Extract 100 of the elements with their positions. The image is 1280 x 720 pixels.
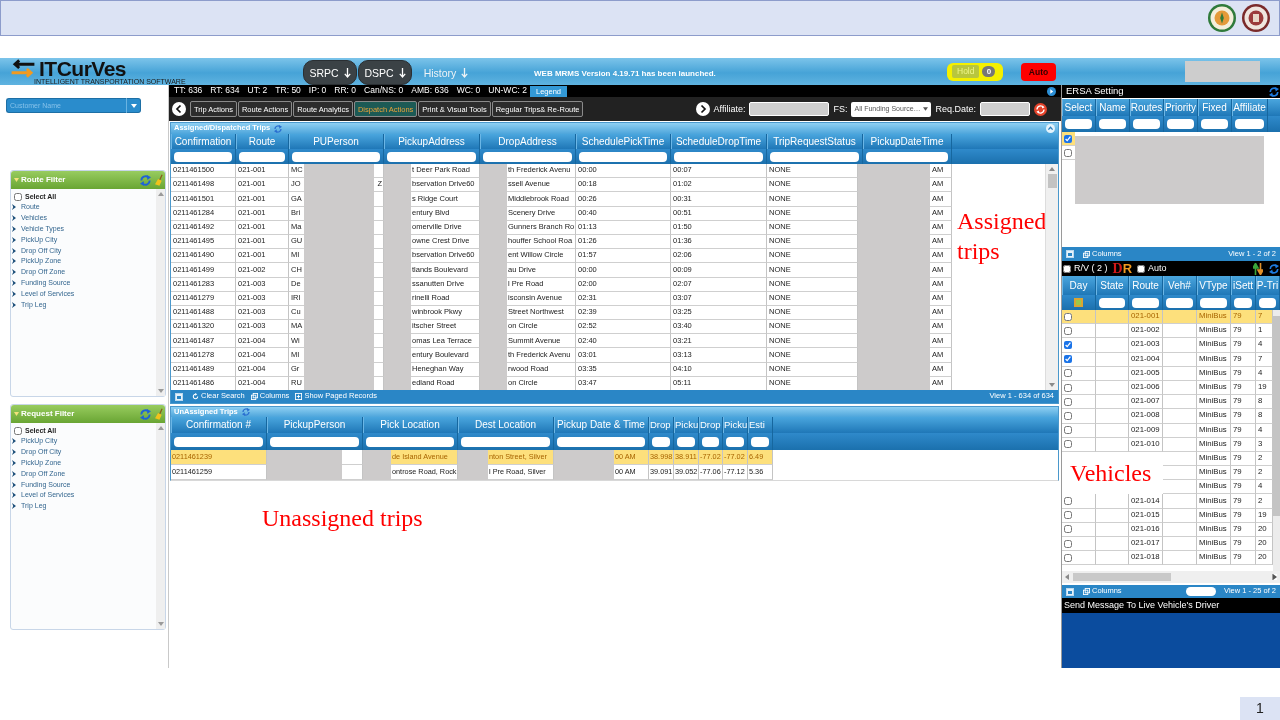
row-checkbox[interactable] — [1064, 340, 1072, 349]
nav-menu-button[interactable]: History — [421, 60, 471, 85]
vertical-scrollbar[interactable] — [1273, 310, 1280, 571]
select-all-checkbox[interactable] — [14, 427, 22, 435]
column-filter-field[interactable] — [174, 151, 232, 162]
broom-icon[interactable] — [155, 174, 163, 186]
row-checkbox[interactable] — [1064, 539, 1072, 548]
row-checkbox[interactable] — [1064, 397, 1072, 406]
column-filter-field[interactable] — [1200, 297, 1227, 308]
vertical-scrollbar[interactable] — [1045, 164, 1058, 390]
column-filter-field[interactable] — [1234, 297, 1252, 308]
column-filter-field[interactable] — [751, 436, 769, 447]
chevron-right-icon[interactable] — [695, 102, 710, 116]
column-filter-field[interactable] — [579, 151, 667, 162]
refresh-icon[interactable] — [1034, 102, 1047, 116]
row-checkbox[interactable] — [1064, 426, 1072, 435]
panel-toggle-icon[interactable] — [1066, 587, 1074, 596]
hold-toggle[interactable]: Hold 0 — [947, 62, 1003, 81]
column-filter-field[interactable] — [1099, 119, 1126, 129]
dropdown-button[interactable] — [126, 98, 141, 113]
field-label: FS: — [833, 103, 848, 115]
stat-text: TR: 50 — [275, 86, 301, 96]
nav-menu-button[interactable]: SRPC — [303, 60, 357, 85]
column-filter-field[interactable] — [1099, 297, 1125, 308]
filter-panel-header[interactable]: Request Filter — [11, 405, 165, 423]
column-filter-field[interactable] — [674, 151, 763, 162]
scroll-right-icon[interactable] — [1272, 574, 1277, 580]
stat-text: AMB: 636 — [411, 86, 449, 96]
row-checkbox[interactable] — [1064, 369, 1072, 378]
scroll-up-icon[interactable] — [157, 426, 164, 430]
up-down-arrows-icon[interactable] — [1253, 262, 1263, 275]
down-arrow-icon — [343, 67, 351, 78]
column-filter-field[interactable] — [483, 151, 572, 162]
scrollbar-thumb[interactable] — [1047, 174, 1057, 188]
column-filter-field[interactable] — [1235, 119, 1264, 129]
arrow-circle-icon[interactable] — [1047, 86, 1056, 96]
row-checkbox[interactable] — [1064, 326, 1072, 335]
row-checkbox[interactable] — [1064, 497, 1072, 506]
nav-menu-button[interactable]: DSPC — [358, 60, 412, 85]
redaction-block — [554, 450, 614, 465]
column-filter-field[interactable] — [239, 151, 285, 162]
mode-button[interactable]: DR — [1112, 261, 1133, 276]
row-checkbox[interactable] — [1064, 411, 1072, 420]
scrollbar-thumb[interactable] — [1073, 573, 1171, 581]
logo-wordmark: ITCurVes — [39, 58, 127, 78]
scroll-down-icon[interactable] — [157, 622, 164, 626]
scrollbar-thumb[interactable] — [1273, 316, 1280, 516]
vertical-scrollbar[interactable] — [156, 189, 165, 396]
row-checkbox[interactable] — [1064, 525, 1072, 534]
row-checkbox[interactable] — [1064, 511, 1072, 520]
column-filter-field[interactable] — [292, 151, 380, 162]
panel-toggle-icon[interactable] — [175, 392, 183, 401]
stat-text: TT: 636 — [174, 86, 203, 96]
redaction-block — [458, 450, 488, 465]
column-filter-field[interactable] — [1065, 119, 1092, 129]
scroll-up-icon[interactable] — [157, 192, 164, 196]
column-filter-field[interactable] — [677, 436, 695, 447]
column-filter-field[interactable] — [1166, 297, 1193, 308]
scroll-down-icon[interactable] — [157, 389, 164, 393]
column-filter-field[interactable] — [270, 436, 359, 447]
column-filter-field[interactable] — [461, 436, 550, 447]
chevron-left-icon[interactable] — [172, 102, 186, 116]
affiliate-field[interactable] — [749, 102, 830, 116]
column-filter-field[interactable] — [174, 436, 263, 447]
page-size-field[interactable] — [1186, 587, 1216, 596]
stat-text: IP: 0 — [308, 86, 327, 96]
column-filter-field[interactable] — [1201, 119, 1228, 129]
broom-icon[interactable] — [155, 408, 163, 420]
column-filter-field[interactable] — [366, 436, 454, 447]
vertical-scrollbar[interactable] — [156, 423, 165, 629]
column-filter-field[interactable] — [1259, 297, 1276, 308]
auto-button[interactable]: Auto — [1021, 62, 1056, 81]
row-checkbox[interactable] — [1064, 355, 1072, 364]
row-checkbox[interactable] — [1064, 440, 1072, 449]
column-filter-field[interactable] — [1132, 297, 1159, 308]
row-checkbox[interactable] — [1064, 312, 1072, 321]
column-filter-field[interactable] — [726, 436, 744, 447]
rv-checkbox[interactable] — [1063, 264, 1071, 273]
column-filter-field[interactable] — [770, 151, 859, 162]
scroll-up-icon[interactable] — [1049, 167, 1055, 171]
redaction-block — [554, 465, 614, 480]
column-filter-field[interactable] — [387, 151, 476, 162]
collapse-icon[interactable] — [1046, 124, 1055, 133]
column-filter-field[interactable] — [1167, 119, 1194, 129]
column-filter-field[interactable] — [652, 436, 670, 447]
scroll-down-icon[interactable] — [1049, 383, 1055, 387]
columns-icon — [1083, 588, 1090, 595]
column-filter-field[interactable] — [1133, 119, 1160, 129]
scroll-left-icon[interactable] — [1065, 574, 1069, 580]
select-all-checkbox[interactable] — [14, 193, 22, 201]
row-checkbox[interactable] — [1064, 383, 1072, 392]
column-filter-field[interactable] — [702, 436, 719, 447]
auto-checkbox[interactable] — [1137, 264, 1146, 273]
panel-toggle-icon[interactable] — [1066, 250, 1074, 258]
row-checkbox[interactable] — [1064, 553, 1072, 562]
filter-panel-header[interactable]: Route Filter — [11, 171, 165, 189]
column-filter-field[interactable] — [557, 436, 645, 447]
request-date-field[interactable] — [980, 102, 1030, 116]
horizontal-scrollbar[interactable] — [1062, 571, 1280, 583]
column-filter-field[interactable] — [866, 151, 948, 162]
